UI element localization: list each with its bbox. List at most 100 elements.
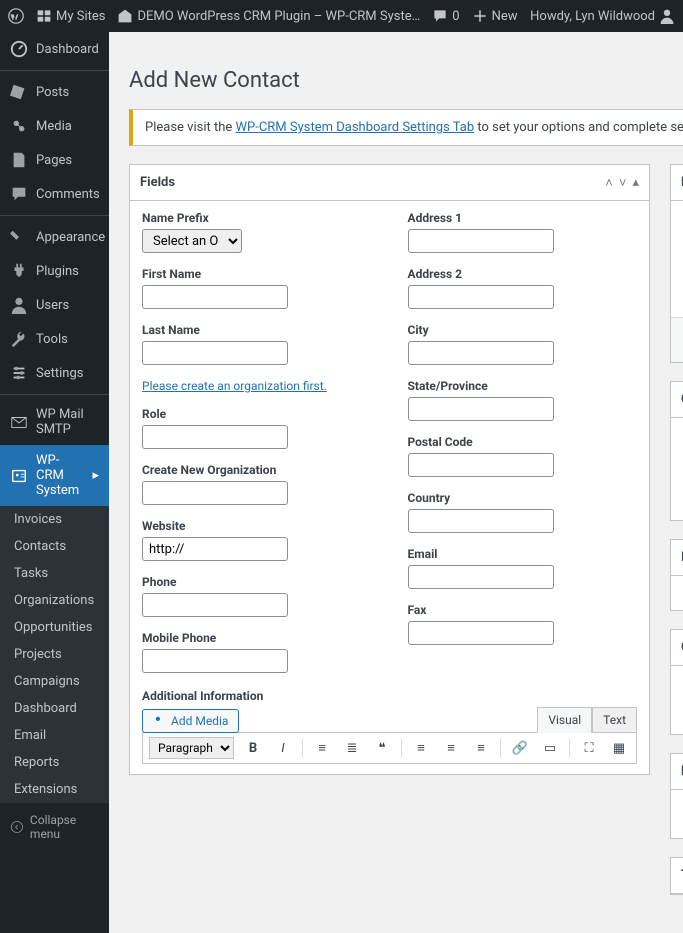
state-input[interactable] [408, 397, 554, 421]
menu-plugins[interactable]: Plugins [0, 254, 109, 288]
toggle-icon[interactable]: ▴ [632, 175, 639, 191]
menu-comments[interactable]: Comments [0, 177, 109, 211]
align-left-icon[interactable]: ≡ [410, 737, 432, 759]
admin-sidebar: Dashboard Posts Media Pages Comments App… [0, 32, 109, 933]
role-input[interactable] [142, 425, 288, 449]
postal-label: Postal Code [408, 435, 638, 449]
fields-title: Fields [140, 175, 175, 190]
last-name-input[interactable] [142, 341, 288, 365]
wp-logo-icon[interactable] [8, 8, 24, 24]
admin-bar: My Sites DEMO WordPress CRM Plugin – WP-… [0, 0, 683, 32]
invoice-box: Invoice˄˅▴ No invoices for this contact. [670, 539, 683, 611]
name-prefix-label: Name Prefix [142, 211, 372, 225]
sub-opportunities[interactable]: Opportunities [0, 614, 109, 641]
align-center-icon[interactable]: ≡ [440, 737, 462, 759]
quote-icon[interactable]: ❝ [371, 737, 393, 759]
phone-input[interactable] [142, 593, 288, 617]
site-name-link[interactable]: DEMO WordPress CRM Plugin – WP-CRM Syste… [117, 8, 420, 24]
email-label: Email [408, 547, 638, 561]
first-name-input[interactable] [142, 285, 288, 309]
editor-toolbar: Paragraph B I ≡ ≣ ❝ ≡ ≡ ≡ [142, 732, 637, 764]
howdy-link[interactable]: Howdy, Lyn Wildwood [530, 8, 675, 24]
format-select[interactable]: Paragraph [149, 737, 234, 759]
state-label: State/Province [408, 379, 638, 393]
menu-appearance[interactable]: Appearance [0, 215, 109, 254]
notice-link[interactable]: WP-CRM System Dashboard Settings Tab [236, 120, 475, 135]
address2-label: Address 2 [408, 267, 638, 281]
my-sites-link[interactable]: My Sites [36, 8, 105, 24]
create-org-input[interactable] [142, 481, 288, 505]
address1-input[interactable] [408, 229, 554, 253]
country-input[interactable] [408, 509, 554, 533]
sub-campaigns[interactable]: Campaigns [0, 668, 109, 695]
comments-link[interactable]: 0 [432, 8, 459, 24]
move-up-icon[interactable]: ˄ [605, 175, 613, 191]
postal-input[interactable] [408, 453, 554, 477]
fields-box: Fields ˄ ˅ ▴ Name Prefix Select an Option F… [129, 164, 650, 775]
sub-invoices[interactable]: Invoices [0, 506, 109, 533]
italic-icon[interactable]: I [272, 737, 294, 759]
move-down-icon[interactable]: ˅ [619, 175, 627, 191]
create-org-label: Create New Organization [142, 463, 372, 477]
toolbar-toggle-icon[interactable]: ▦ [608, 737, 630, 759]
role-label: Role [142, 407, 372, 421]
add-media-button[interactable]: Add Media [142, 709, 239, 733]
additional-label: Additional Information [142, 689, 637, 703]
opportunities-box: Opportunities˄˅▴ No opportunities assign… [670, 629, 683, 735]
sub-contacts[interactable]: Contacts [0, 533, 109, 560]
address2-input[interactable] [408, 285, 554, 309]
fullscreen-icon[interactable]: ⛶ [578, 737, 600, 759]
sub-email[interactable]: Email [0, 722, 109, 749]
fax-label: Fax [408, 603, 638, 617]
menu-wpcrm[interactable]: WP-CRM System▸ [0, 445, 109, 506]
sub-projects[interactable]: Projects [0, 641, 109, 668]
sub-extensions[interactable]: Extensions [0, 776, 109, 803]
menu-dashboard[interactable]: Dashboard [0, 32, 109, 66]
sub-dashboard[interactable]: Dashboard [0, 695, 109, 722]
country-label: Country [408, 491, 638, 505]
name-prefix-select[interactable]: Select an Option [142, 229, 242, 253]
menu-tools[interactable]: Tools [0, 322, 109, 356]
setup-notice: Please visit the WP-CRM System Dashboard… [129, 109, 683, 146]
menu-wpmail[interactable]: WP Mail SMTP [0, 394, 109, 445]
menu-settings[interactable]: Settings [0, 356, 109, 390]
page-title: Add New Contact [129, 59, 683, 109]
city-input[interactable] [408, 341, 554, 365]
invoice-msg: No invoices for this contact. [671, 576, 683, 610]
editor-visual-tab[interactable]: Visual [537, 707, 592, 733]
link-icon[interactable]: 🔗 [509, 737, 531, 759]
menu-posts[interactable]: Posts [0, 70, 109, 109]
tasks-box: Tasks˄˅▴ [670, 857, 683, 895]
sub-organizations[interactable]: Organizations [0, 587, 109, 614]
more-icon[interactable]: ▭ [539, 737, 561, 759]
publish-box: Publish˄˅▴ Save Draft Status: Draft Edit… [670, 164, 683, 363]
editor-text-tab[interactable]: Text [592, 707, 637, 733]
fax-input[interactable] [408, 621, 554, 645]
bold-icon[interactable]: B [242, 737, 264, 759]
website-input[interactable] [142, 537, 288, 561]
contact-types-box: Contact Types˄˅▴ Contact TypesMost Used … [670, 381, 683, 521]
first-name-label: First Name [142, 267, 372, 281]
sub-tasks[interactable]: Tasks [0, 560, 109, 587]
projects-msg: No projects assigned to this contact. [671, 790, 683, 838]
menu-pages[interactable]: Pages [0, 143, 109, 177]
bullet-list-icon[interactable]: ≡ [311, 737, 333, 759]
collapse-menu[interactable]: Collapse menu [0, 803, 109, 851]
last-name-label: Last Name [142, 323, 372, 337]
phone-label: Phone [142, 575, 372, 589]
projects-box: Projects˄˅▴ No projects assigned to this… [670, 753, 683, 839]
align-right-icon[interactable]: ≡ [470, 737, 492, 759]
mobile-input[interactable] [142, 649, 288, 673]
new-link[interactable]: New [472, 8, 518, 24]
mobile-label: Mobile Phone [142, 631, 372, 645]
menu-media[interactable]: Media [0, 109, 109, 143]
create-org-link[interactable]: Please create an organization first. [142, 379, 327, 393]
sub-reports[interactable]: Reports [0, 749, 109, 776]
menu-users[interactable]: Users [0, 288, 109, 322]
number-list-icon[interactable]: ≣ [341, 737, 363, 759]
submenu-wpcrm: Invoices Contacts Tasks Organizations Op… [0, 506, 109, 803]
website-label: Website [142, 519, 372, 533]
address1-label: Address 1 [408, 211, 638, 225]
email-input[interactable] [408, 565, 554, 589]
city-label: City [408, 323, 638, 337]
